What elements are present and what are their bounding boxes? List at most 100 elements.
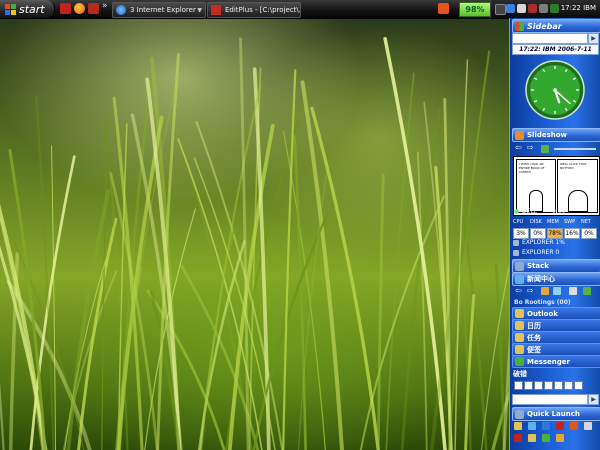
- perf-value: 78%: [547, 228, 563, 239]
- tray-app-icon[interactable]: [438, 3, 449, 14]
- ql-app-icon[interactable]: [570, 422, 578, 430]
- grass-blade: [383, 37, 447, 450]
- quick-launch-adobe-icon[interactable]: [60, 3, 71, 14]
- ql-app-icon[interactable]: [556, 434, 564, 442]
- sidebar-title: Sidebar: [527, 21, 562, 31]
- media-play-button[interactable]: [524, 381, 533, 390]
- stock-value: 0.00: [552, 208, 566, 215]
- ql-app-icon[interactable]: [514, 434, 522, 442]
- quick-launch-overflow-icon[interactable]: »: [102, 1, 108, 11]
- ql-app-icon[interactable]: [556, 422, 564, 430]
- slideshow-progress-track: [554, 148, 596, 150]
- ql-app-icon[interactable]: [514, 422, 522, 430]
- panel-label: 日历: [527, 321, 541, 330]
- panel-label: 任务: [527, 333, 541, 342]
- network-icon[interactable]: [506, 4, 515, 13]
- perf-value: 16%: [564, 228, 580, 239]
- perf-label: NET: [581, 219, 591, 225]
- comic-figure-right: [568, 190, 588, 212]
- slideshow-prev-icon[interactable]: ⇦: [515, 143, 522, 152]
- battery-icon[interactable]: [495, 4, 506, 15]
- media-next-button[interactable]: [554, 381, 563, 390]
- desktop-wallpaper: [0, 18, 509, 450]
- tasks-icon: [515, 333, 524, 342]
- search-go-button[interactable]: ▶: [588, 33, 599, 44]
- stack-header[interactable]: Stack: [512, 259, 600, 273]
- perf-value: 0%: [581, 228, 597, 239]
- perf-value: 0%: [530, 228, 546, 239]
- media-pause-button[interactable]: [544, 381, 553, 390]
- media-mute-button[interactable]: [564, 381, 573, 390]
- slideshow-title: Slideshow: [527, 131, 568, 139]
- news-refresh-icon[interactable]: [583, 287, 591, 295]
- news-list-icon[interactable]: [569, 287, 577, 295]
- taskbar: start » 3 Internet Explorer ▼ EditPlus -…: [0, 0, 600, 19]
- quick-launch-app-icon[interactable]: [88, 3, 99, 14]
- messenger-icon: [515, 357, 524, 366]
- perf-label: SWP: [564, 219, 576, 225]
- volume-icon[interactable]: [539, 4, 548, 13]
- ql-app-icon[interactable]: [542, 422, 550, 430]
- start-button[interactable]: start: [0, 0, 55, 18]
- editplus-icon: [211, 5, 221, 15]
- analog-clock[interactable]: [525, 60, 585, 120]
- windows-flag-icon: [5, 3, 16, 15]
- news-next-icon[interactable]: ⇨: [527, 286, 534, 295]
- quick-launch-header[interactable]: Quick Launch: [512, 407, 600, 421]
- perf-value: 3%: [513, 228, 529, 239]
- notes-icon: [515, 345, 524, 354]
- media-title: 破错: [513, 370, 527, 378]
- panel-messenger[interactable]: Messenger: [512, 355, 600, 368]
- comic-panel-right: WELL CLICK THAT BUTTON!: [557, 159, 598, 213]
- panel-label: 便签: [527, 345, 541, 354]
- taskbar-item-label: 3 Internet Explorer: [130, 6, 196, 14]
- slideshow-header[interactable]: Slideshow: [512, 128, 600, 142]
- battery-indicator[interactable]: 98%: [459, 2, 491, 17]
- news-feed-icon[interactable]: [541, 287, 549, 295]
- slideshow-icon: [515, 130, 524, 140]
- grass-blade: [282, 69, 297, 450]
- media-seek-field[interactable]: [512, 394, 588, 405]
- grass-blade: [300, 80, 344, 450]
- internet-explorer-icon: [116, 5, 126, 15]
- stack-title: Stack: [527, 262, 549, 270]
- start-label: start: [19, 2, 45, 16]
- stock-up-icon: ●: [514, 208, 520, 215]
- taskbar-item-internet-explorer[interactable]: 3 Internet Explorer ▼: [112, 2, 206, 18]
- media-prev-button[interactable]: [514, 381, 523, 390]
- slideshow-next-icon[interactable]: ⇨: [527, 143, 534, 152]
- ql-app-icon[interactable]: [584, 422, 592, 430]
- slideshow-refresh-icon[interactable]: [541, 145, 549, 153]
- stock-symbol[interactable]: DELL: [522, 208, 537, 215]
- sidebar-title-bar[interactable]: Sidebar: [512, 19, 600, 33]
- perf-label: DISK: [530, 219, 542, 225]
- news-header[interactable]: 新闻中心: [512, 272, 600, 286]
- tray-arrow-icon[interactable]: [528, 4, 537, 13]
- news-settings-icon[interactable]: [553, 287, 561, 295]
- process-icon: [513, 250, 519, 256]
- news-prev-icon[interactable]: ⇦: [515, 286, 522, 295]
- sidebar-search-input[interactable]: [512, 33, 588, 44]
- quick-launch-icon: [515, 409, 524, 419]
- stack-icon: [515, 261, 524, 271]
- security-icon[interactable]: [517, 4, 526, 13]
- media-playlist-button[interactable]: [574, 381, 583, 390]
- grass-image: [0, 37, 509, 450]
- media-stop-button[interactable]: [534, 381, 543, 390]
- grass-blade: [376, 173, 385, 450]
- ql-app-icon[interactable]: [542, 434, 550, 442]
- slideshow-comic[interactable]: I WISH I HAD AN ENTIRE BOOK OF COMICS WE…: [513, 156, 600, 216]
- panel-label: Outlook: [527, 309, 558, 318]
- display-icon[interactable]: [550, 4, 559, 13]
- quick-launch-firefox-icon[interactable]: [74, 3, 85, 14]
- taskbar-item-editplus[interactable]: EditPlus - [C:\project\...: [207, 2, 301, 18]
- media-go-button[interactable]: ▶: [588, 394, 599, 405]
- sidebar: Sidebar ▶ 17:22: IBM 2006-7-11 Slideshow…: [509, 18, 600, 450]
- windows-flag-icon: [515, 21, 524, 31]
- ql-app-icon[interactable]: [528, 434, 536, 442]
- system-tray: 17:22 IBM: [490, 0, 600, 18]
- ql-app-icon[interactable]: [528, 422, 536, 430]
- quick-launch-title: Quick Launch: [527, 410, 580, 418]
- taskbar-clock[interactable]: 17:22 IBM: [561, 4, 596, 12]
- grass-blade: [0, 203, 47, 450]
